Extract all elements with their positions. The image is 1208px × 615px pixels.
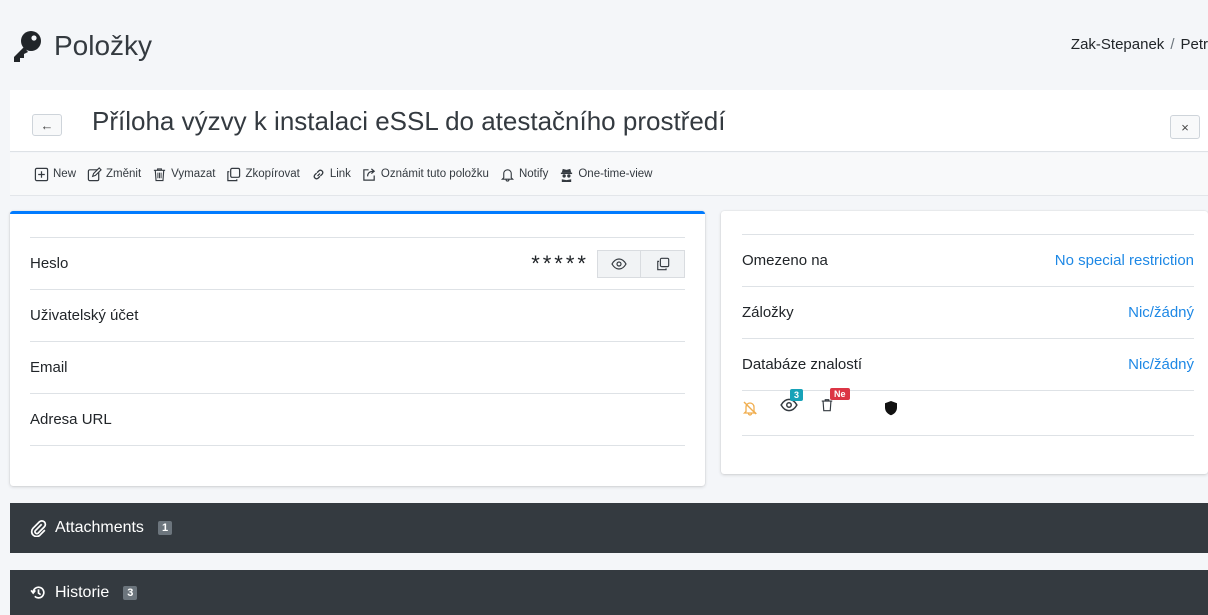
one-time-view-button[interactable]: One-time-view — [559, 167, 653, 182]
edit-button[interactable]: Změnit — [87, 166, 142, 182]
close-button[interactable]: × — [1170, 115, 1200, 139]
credentials-card: Heslo ***** Uživatelský účet Email Adres… — [10, 211, 705, 486]
kb-row: Databáze znalostí Nic/žádný — [742, 339, 1194, 391]
announce-button[interactable]: Oznámit tuto položku — [362, 167, 489, 182]
show-password-button[interactable] — [597, 249, 641, 278]
card-top-divider — [30, 214, 685, 238]
restriction-value[interactable]: No special restriction — [1055, 252, 1194, 269]
deleted-badge: Ne — [830, 388, 850, 400]
email-row: Email — [30, 342, 685, 394]
bookmarks-label: Záložky — [742, 304, 794, 321]
restriction-row: Omezeno na No special restriction — [742, 235, 1194, 287]
new-button[interactable]: New — [34, 167, 76, 182]
share-square-icon — [363, 167, 376, 181]
attachments-section[interactable]: Attachments 1 — [10, 503, 1208, 553]
restriction-label: Omezeno na — [742, 252, 828, 269]
attachments-label: Attachments — [55, 519, 144, 536]
edit-label: Změnit — [106, 168, 142, 180]
link-button[interactable]: Link — [311, 167, 351, 182]
attachments-count: 1 — [157, 521, 173, 535]
copy-label: Zkopírovat — [245, 168, 300, 180]
kb-label: Databáze znalostí — [742, 356, 863, 373]
eye-icon — [611, 257, 627, 270]
item-header: ← Příloha výzvy k instalaci eSSL do ates… — [10, 90, 1208, 152]
key-icon — [14, 31, 41, 62]
history-count: 3 — [123, 585, 138, 600]
item-title: Příloha výzvy k instalaci eSSL do atesta… — [92, 106, 726, 136]
copy-icon — [656, 257, 669, 270]
views-count-badge: 3 — [790, 389, 804, 401]
bell-icon — [500, 168, 514, 182]
account-row: Uživatelský účet — [30, 290, 685, 342]
copy-password-button[interactable] — [641, 249, 685, 278]
paperclip-icon — [30, 519, 47, 537]
kb-value[interactable]: Nic/žádný — [1128, 356, 1194, 373]
notify-label: Notify — [518, 168, 549, 180]
history-label: Historie — [55, 583, 110, 601]
plus-square-icon — [34, 167, 49, 181]
shield-icon[interactable] — [884, 400, 898, 416]
history-icon — [30, 586, 45, 599]
bell-slash-icon[interactable] — [742, 400, 758, 416]
bookmarks-row: Záložky Nic/žádný — [742, 287, 1194, 339]
views-indicator[interactable]: 3 — [780, 389, 804, 417]
copy-button[interactable]: Zkopírovat — [226, 167, 300, 182]
bookmarks-value[interactable]: Nic/žádný — [1128, 304, 1194, 321]
link-label: Link — [329, 168, 351, 180]
one-time-view-label: One-time-view — [578, 168, 653, 180]
account-label: Uživatelský účet — [30, 307, 139, 324]
edit-icon — [87, 166, 102, 181]
password-label: Heslo — [30, 255, 69, 272]
top-bar: Položky Zak-Stepanek / Petr — [10, 10, 1208, 80]
delete-button[interactable]: Vymazat — [152, 167, 215, 182]
announce-label: Oznámit tuto položku — [380, 168, 489, 180]
card-top-divider — [742, 211, 1194, 235]
breadcrumb-separator: / — [1170, 36, 1175, 53]
password-row: Heslo ***** — [30, 238, 685, 290]
page-title: Položky — [54, 30, 153, 61]
back-button[interactable]: ← — [32, 114, 62, 136]
history-section[interactable]: Historie 3 — [10, 570, 1208, 615]
new-label: New — [53, 168, 77, 180]
url-label: Adresa URL — [30, 411, 112, 428]
email-label: Email — [30, 359, 68, 376]
delete-label: Vymazat — [171, 168, 216, 180]
details-card: Omezeno na No special restriction Záložk… — [721, 211, 1208, 474]
breadcrumb-next[interactable]: Petr — [1180, 36, 1208, 53]
deleted-indicator[interactable]: Ne — [820, 388, 850, 418]
copy-icon — [227, 167, 241, 181]
breadcrumb-user[interactable]: Zak-Stepanek — [1071, 36, 1164, 53]
trash-icon — [154, 167, 166, 181]
password-value: ***** — [531, 250, 589, 276]
link-icon — [313, 169, 324, 179]
breadcrumb: Zak-Stepanek / Petr — [1071, 36, 1208, 53]
item-toolbar: New Změnit Vymazat Zkopírovat Link Oznám… — [10, 153, 1208, 196]
notify-button[interactable]: Notify — [500, 167, 548, 182]
status-icons: 3 Ne — [742, 388, 898, 418]
app-title: Položky — [10, 28, 152, 64]
url-row: Adresa URL — [30, 394, 685, 446]
user-secret-icon — [561, 168, 573, 182]
